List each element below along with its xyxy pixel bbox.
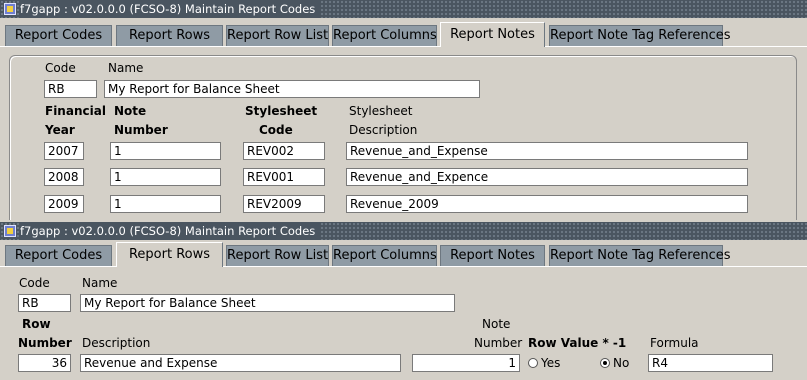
note-number-field[interactable]: 1 bbox=[412, 354, 520, 372]
financial-label: Financial bbox=[45, 104, 106, 118]
tab-report-row-list[interactable]: Report Row List bbox=[226, 245, 329, 266]
tab-bar: Report Codes Report Rows Report Row List… bbox=[0, 22, 807, 47]
year-label: Year bbox=[45, 123, 75, 137]
row-label: Row bbox=[22, 317, 51, 331]
tab-bar: Report Codes Report Rows Report Row List… bbox=[0, 242, 807, 267]
radio-unselected-icon bbox=[528, 357, 538, 368]
name-field[interactable]: My Report for Balance Sheet bbox=[80, 294, 455, 312]
stylesheet-label: Stylesheet bbox=[245, 104, 318, 118]
tab-report-note-tag-references[interactable]: Report Note Tag References bbox=[549, 245, 731, 266]
tab-report-rows[interactable]: Report Rows bbox=[116, 242, 223, 267]
tab-report-codes[interactable]: Report Codes bbox=[5, 25, 112, 46]
stylesheet-description-field[interactable]: Revenue_and_Expence bbox=[346, 168, 748, 186]
stylesheet-description-field[interactable]: Revenue_and_Expense bbox=[346, 142, 748, 160]
stylesheet-description-label-1: Stylesheet bbox=[349, 104, 413, 118]
formula-field[interactable]: R4 bbox=[648, 354, 773, 372]
yes-label: Yes bbox=[541, 356, 561, 370]
year-field[interactable]: 2008 bbox=[44, 168, 84, 186]
title-bar[interactable]: f7gapp : v02.0.0.0 (FCSO-8) Maintain Rep… bbox=[0, 222, 807, 240]
description-label: Description bbox=[82, 336, 151, 350]
tab-report-columns[interactable]: Report Columns bbox=[332, 245, 437, 266]
note-number-field[interactable]: 1 bbox=[110, 168, 221, 186]
tab-report-notes[interactable]: Report Notes bbox=[440, 22, 545, 47]
row-value-yes-radio[interactable]: Yes bbox=[528, 356, 560, 370]
tab-report-codes[interactable]: Report Codes bbox=[5, 245, 112, 266]
row-value-label: Row Value * -1 bbox=[528, 336, 627, 350]
note-number-label: Number bbox=[474, 336, 523, 350]
name-label: Name bbox=[108, 61, 144, 75]
window-report-notes: f7gapp : v02.0.0.0 (FCSO-8) Maintain Rep… bbox=[0, 0, 807, 220]
tab-report-notes[interactable]: Report Notes bbox=[440, 245, 545, 266]
year-field[interactable]: 2009 bbox=[44, 195, 84, 213]
code-label: Code bbox=[45, 61, 76, 75]
row-number-field[interactable]: 36 bbox=[18, 354, 71, 372]
tab-report-row-list[interactable]: Report Row List bbox=[226, 25, 329, 46]
tab-panel: Code Name RB My Report for Balance Sheet… bbox=[0, 266, 807, 380]
note-number-field[interactable]: 1 bbox=[110, 142, 221, 160]
stylesheet-code-field[interactable]: REV002 bbox=[243, 142, 325, 160]
stylesheet-code-field[interactable]: REV2009 bbox=[243, 195, 325, 213]
stylesheet-description-field[interactable]: Revenue_2009 bbox=[346, 195, 748, 213]
number-label: Number bbox=[114, 123, 168, 137]
row-value-no-radio[interactable]: No bbox=[600, 356, 629, 370]
tab-report-rows[interactable]: Report Rows bbox=[116, 25, 223, 46]
code-field[interactable]: RB bbox=[18, 294, 71, 312]
tab-report-columns[interactable]: Report Columns bbox=[332, 25, 437, 46]
note-number-field[interactable]: 1 bbox=[110, 195, 221, 213]
stylesheet-code-field[interactable]: REV001 bbox=[243, 168, 325, 186]
stylesheet-description-label-2: Description bbox=[349, 123, 418, 137]
formula-label: Formula bbox=[650, 336, 699, 350]
tab-panel: Code Name RB My Report for Balance Sheet… bbox=[0, 46, 807, 220]
note-label: Note bbox=[482, 317, 511, 331]
app-icon bbox=[4, 3, 16, 15]
stylesheet-code-label: Code bbox=[259, 123, 293, 137]
year-field[interactable]: 2007 bbox=[44, 142, 84, 160]
no-label: No bbox=[613, 356, 630, 370]
name-label: Name bbox=[82, 276, 118, 290]
title-bar[interactable]: f7gapp : v02.0.0.0 (FCSO-8) Maintain Rep… bbox=[0, 0, 807, 18]
window-title: f7gapp : v02.0.0.0 (FCSO-8) Maintain Rep… bbox=[20, 222, 322, 240]
note-label: Note bbox=[114, 104, 147, 118]
code-field[interactable]: RB bbox=[44, 80, 97, 98]
radio-selected-icon bbox=[600, 357, 610, 368]
number-label: Number bbox=[18, 336, 72, 350]
code-label: Code bbox=[19, 276, 50, 290]
window-report-rows: f7gapp : v02.0.0.0 (FCSO-8) Maintain Rep… bbox=[0, 222, 807, 380]
app-icon bbox=[4, 225, 16, 237]
tab-report-note-tag-references[interactable]: Report Note Tag References bbox=[549, 25, 731, 46]
window-title: f7gapp : v02.0.0.0 (FCSO-8) Maintain Rep… bbox=[20, 0, 322, 18]
name-field[interactable]: My Report for Balance Sheet bbox=[104, 80, 480, 98]
description-field[interactable]: Revenue and Expense bbox=[80, 354, 401, 372]
